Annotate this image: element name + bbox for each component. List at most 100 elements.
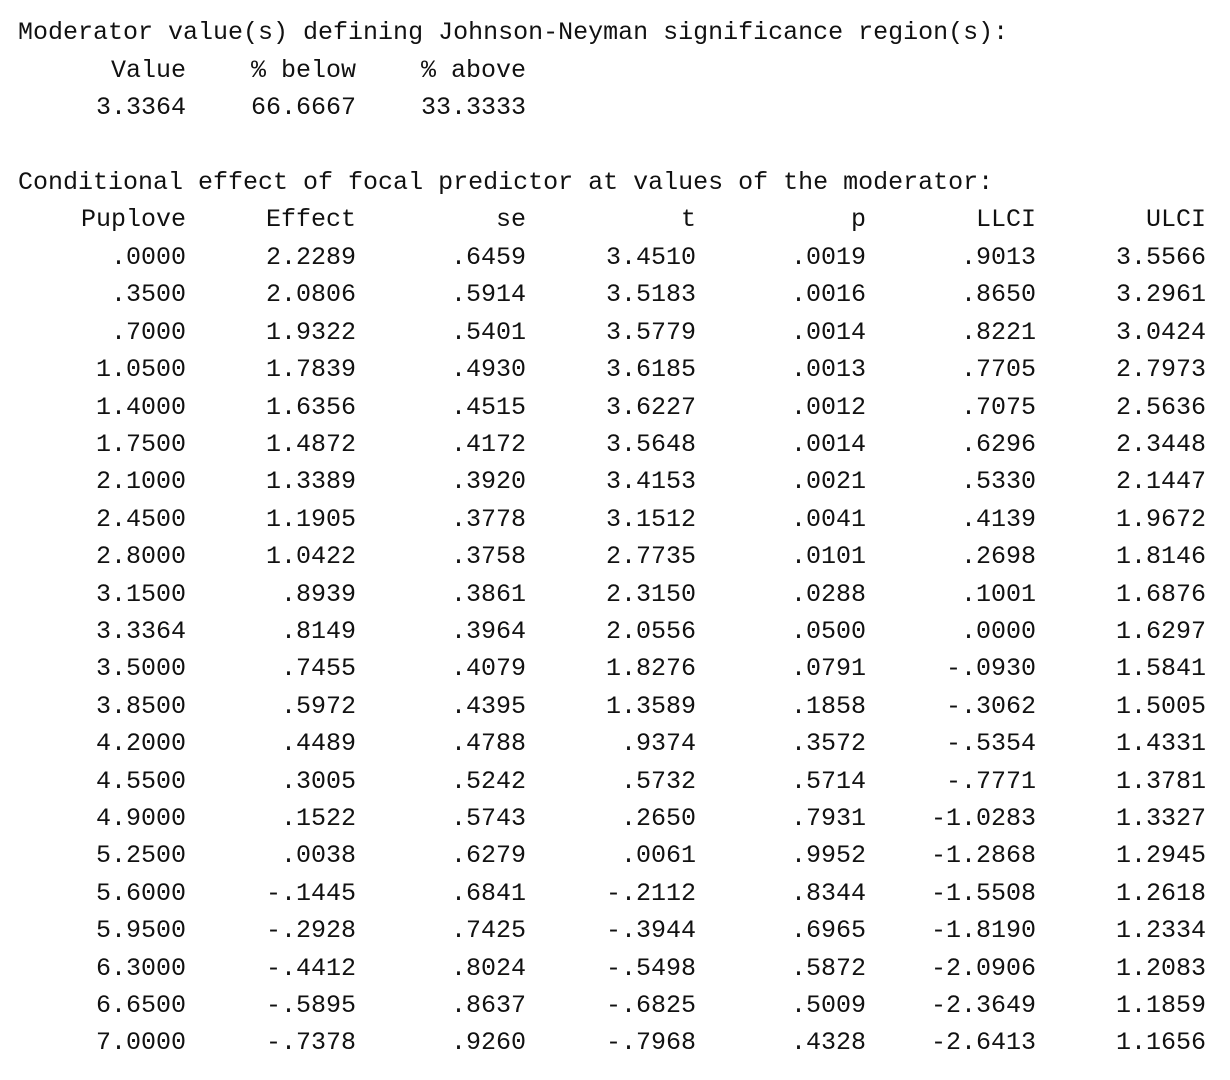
t-cell: 3.6185 [605, 355, 696, 385]
llci-cell: .0000 [960, 617, 1036, 646]
llci-cell: -1.8190 [930, 916, 1036, 946]
t-cell: 1.3589 [605, 691, 696, 721]
se-cell: .5242 [450, 766, 526, 796]
effect-cell: 1.6356 [265, 392, 356, 422]
t-cell: -.6825 [605, 991, 696, 1020]
t-cell: 2.3150 [605, 579, 696, 609]
table-row: 4.5500 .3005 .5242 .5732 .5714 -.7771 1.3781 [0, 763, 1230, 801]
effect-cell: -.7378 [265, 1028, 356, 1058]
effect-cell: 1.1905 [265, 504, 356, 534]
jn-header-value: Value [110, 56, 186, 85]
t-cell: 3.4510 [605, 243, 696, 272]
se-cell: .4788 [450, 729, 526, 759]
llci-cell: .2698 [960, 542, 1036, 572]
t-cell: 1.8276 [605, 654, 696, 684]
effect-cell: 1.7839 [265, 355, 356, 385]
p-cell: .6965 [790, 916, 866, 946]
puplove-cell: 6.3000 [95, 953, 186, 983]
se-cell: .3920 [450, 467, 526, 497]
jn-value: 3.3364 [95, 93, 186, 122]
p-cell: .5872 [790, 953, 866, 983]
puplove-cell: 5.9500 [95, 916, 186, 946]
se-cell: .8024 [450, 953, 526, 983]
table-row: 2.8000 1.0422 .3758 2.7735 .0101 .2698 1.8146 [0, 538, 1230, 576]
puplove-cell: 4.5500 [95, 766, 186, 796]
table-row: 2.1000 1.3389 .3920 3.4153 .0021 .5330 2.1447 [0, 463, 1230, 501]
t-cell: 3.5779 [605, 317, 696, 347]
ulci-cell: 1.2334 [1115, 916, 1206, 946]
se-cell: .3778 [450, 504, 526, 534]
ulci-cell: 1.4331 [1115, 729, 1206, 759]
table-row: 6.3000 -.4412 .8024 -.5498 .5872 -2.0906 1.208… [0, 950, 1230, 988]
t-cell: -.7968 [605, 1028, 696, 1058]
se-cell: .9260 [450, 1028, 526, 1058]
se-cell: .6279 [450, 841, 526, 871]
llci-cell: .8221 [960, 317, 1036, 347]
ulci-cell: 3.0424 [1115, 317, 1206, 347]
t-cell: -.5498 [605, 953, 696, 983]
table-row: 3.8500 .5972 .4395 1.3589 .1858 -.3062 1.5005 [0, 688, 1230, 726]
t-cell: .9374 [620, 729, 696, 759]
table-row: 6.6500 -.5895 .8637 -.6825 .5009 -2.3649 1.185… [0, 987, 1230, 1025]
conditional-header-row: Puplove Effect se t p LLCI ULCI [0, 201, 1230, 239]
puplove-cell: 3.5000 [95, 654, 186, 684]
p-cell: .9952 [790, 841, 866, 871]
puplove-cell: 2.4500 [95, 504, 186, 534]
header-ulci: ULCI [1145, 205, 1206, 234]
t-cell: .2650 [620, 804, 696, 833]
table-row: 5.6000 -.1445 .6841 -.2112 .8344 -1.5508 1.261… [0, 875, 1230, 913]
t-cell: 3.4153 [605, 467, 696, 497]
p-cell: .7931 [790, 804, 866, 833]
effect-cell: 1.9322 [265, 317, 356, 347]
ulci-cell: 2.7973 [1115, 355, 1206, 385]
t-cell: 3.5648 [605, 430, 696, 459]
effect-cell: .3005 [280, 766, 356, 796]
se-cell: .5401 [450, 317, 526, 347]
effect-cell: 1.0422 [265, 542, 356, 572]
effect-cell: -.5895 [265, 991, 356, 1020]
llci-cell: -2.0906 [930, 953, 1036, 983]
se-cell: .5914 [450, 280, 526, 310]
jn-header-row: Value % below % above [0, 52, 1230, 90]
effect-cell: .8939 [280, 579, 356, 609]
effect-cell: .7455 [280, 654, 356, 684]
se-cell: .6841 [450, 878, 526, 908]
se-cell: .4079 [450, 654, 526, 684]
puplove-cell: 7.0000 [95, 1028, 186, 1058]
effect-cell: 2.2289 [265, 243, 356, 272]
t-cell: 3.1512 [605, 504, 696, 534]
table-row: 1.7500 1.4872 .4172 3.5648 .0014 .6296 2.3448 [0, 426, 1230, 464]
ulci-cell: 1.8146 [1115, 542, 1206, 572]
effect-cell: -.4412 [265, 953, 356, 983]
table-row: 4.9000 .1522 .5743 .2650 .7931 -1.0283 1.3327 [0, 800, 1230, 838]
conditional-heading: Conditional effect of focal predictor at… [18, 168, 994, 197]
llci-cell: .8650 [960, 280, 1036, 310]
ulci-cell: 1.3327 [1115, 804, 1206, 833]
ulci-cell: 2.5636 [1115, 392, 1206, 422]
se-cell: .4172 [450, 430, 526, 459]
puplove-cell: 5.6000 [95, 878, 186, 908]
table-row: 2.4500 1.1905 .3778 3.1512 .0041 .4139 1.9672 [0, 501, 1230, 539]
table-row: 5.2500 .0038 .6279 .0061 .9952 -1.2868 1.2945 [0, 837, 1230, 875]
puplove-cell: 3.3364 [95, 617, 186, 646]
p-cell: .4328 [790, 1028, 866, 1058]
ulci-cell: 1.6297 [1115, 617, 1206, 646]
p-cell: .1858 [790, 691, 866, 721]
table-row: 3.1500 .8939 .3861 2.3150 .0288 .1001 1.6876 [0, 576, 1230, 614]
puplove-cell: 3.8500 [95, 691, 186, 721]
t-cell: 2.7735 [605, 542, 696, 572]
header-t: t [680, 205, 696, 234]
llci-cell: .4139 [960, 504, 1036, 534]
llci-cell: -1.0283 [930, 804, 1036, 833]
llci-cell: .7705 [960, 355, 1036, 385]
llci-cell: -.3062 [945, 691, 1036, 721]
t-cell: 3.5183 [605, 280, 696, 310]
p-cell: .0019 [790, 243, 866, 272]
effect-cell: .0038 [280, 841, 356, 871]
effect-cell: -.1445 [265, 878, 356, 908]
ulci-cell: 1.3781 [1115, 766, 1206, 796]
effect-cell: .4489 [280, 729, 356, 759]
puplove-cell: 1.7500 [95, 430, 186, 459]
t-cell: -.2112 [605, 878, 696, 908]
jn-header-above: % above [420, 56, 526, 85]
